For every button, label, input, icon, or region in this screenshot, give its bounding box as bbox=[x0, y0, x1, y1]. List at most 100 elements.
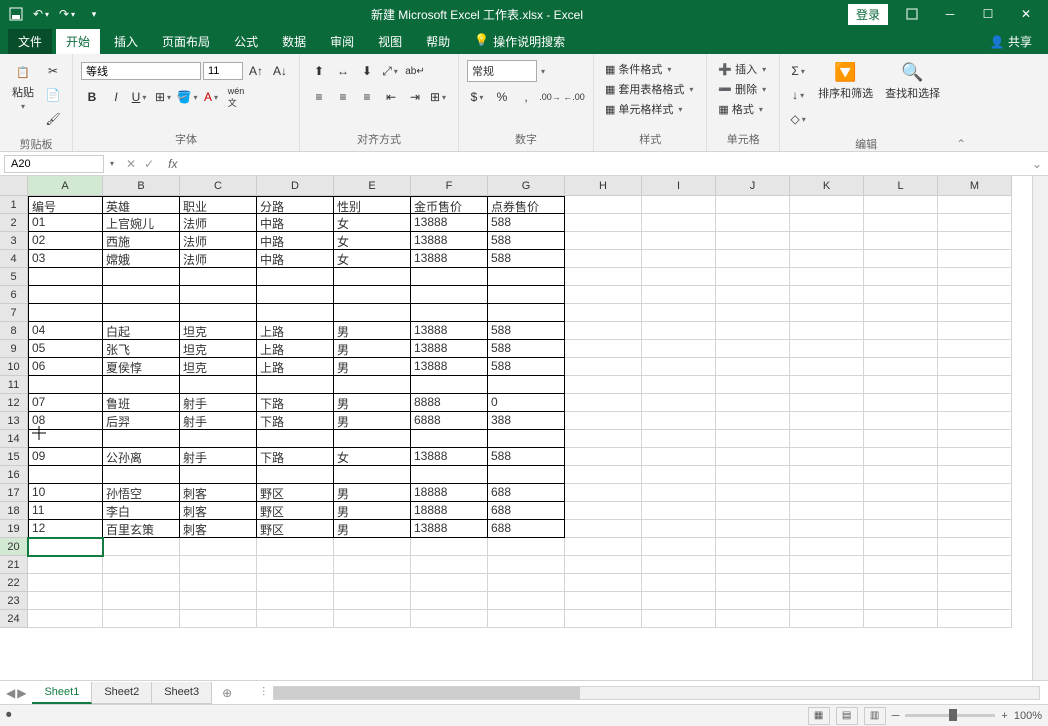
cell[interactable] bbox=[103, 268, 180, 286]
cell[interactable]: 588 bbox=[488, 448, 565, 466]
cell[interactable] bbox=[642, 448, 716, 466]
ribbon-options-icon[interactable] bbox=[894, 2, 930, 26]
column-header[interactable]: L bbox=[864, 176, 938, 196]
align-right-icon[interactable]: ≡ bbox=[356, 86, 378, 108]
cell[interactable] bbox=[716, 214, 790, 232]
cell[interactable] bbox=[716, 448, 790, 466]
cell[interactable]: 18888 bbox=[411, 484, 488, 502]
cell[interactable] bbox=[864, 556, 938, 574]
cell[interactable] bbox=[790, 232, 864, 250]
cell[interactable] bbox=[864, 592, 938, 610]
row-header[interactable]: 23 bbox=[0, 592, 28, 610]
cell[interactable] bbox=[790, 196, 864, 214]
cell[interactable]: 刺客 bbox=[180, 484, 257, 502]
cell[interactable]: 688 bbox=[488, 484, 565, 502]
cell[interactable] bbox=[642, 196, 716, 214]
cell[interactable] bbox=[28, 538, 103, 556]
row-header[interactable]: 21 bbox=[0, 556, 28, 574]
cell[interactable]: 02 bbox=[28, 232, 103, 250]
cell[interactable] bbox=[257, 538, 334, 556]
cell[interactable] bbox=[642, 502, 716, 520]
cell[interactable] bbox=[864, 610, 938, 628]
comma-icon[interactable]: , bbox=[515, 86, 537, 108]
cell[interactable] bbox=[790, 430, 864, 448]
cell[interactable] bbox=[864, 394, 938, 412]
cell[interactable] bbox=[334, 466, 411, 484]
cell[interactable]: 野区 bbox=[257, 520, 334, 538]
cell[interactable]: 上路 bbox=[257, 358, 334, 376]
cell[interactable]: 688 bbox=[488, 502, 565, 520]
column-header[interactable]: E bbox=[334, 176, 411, 196]
cell[interactable] bbox=[334, 538, 411, 556]
phonetic-icon[interactable]: wén文 bbox=[225, 86, 247, 108]
decrease-font-icon[interactable]: A↓ bbox=[269, 60, 291, 82]
cell[interactable] bbox=[938, 286, 1012, 304]
row-header[interactable]: 24 bbox=[0, 610, 28, 628]
formula-input[interactable] bbox=[181, 156, 1025, 172]
fill-icon[interactable]: ↓▾ bbox=[788, 84, 810, 106]
cell[interactable] bbox=[334, 610, 411, 628]
cell[interactable] bbox=[864, 340, 938, 358]
tellme-search[interactable]: 💡操作说明搜索 bbox=[464, 29, 575, 54]
cell[interactable] bbox=[642, 610, 716, 628]
cell[interactable] bbox=[103, 556, 180, 574]
cell[interactable] bbox=[790, 466, 864, 484]
expand-formula-icon[interactable]: ⌄ bbox=[1026, 157, 1048, 171]
tab-insert[interactable]: 插入 bbox=[104, 29, 148, 54]
row-header[interactable]: 20 bbox=[0, 538, 28, 556]
column-header[interactable]: K bbox=[790, 176, 864, 196]
cell[interactable] bbox=[180, 538, 257, 556]
cell[interactable] bbox=[180, 304, 257, 322]
cell[interactable] bbox=[565, 484, 642, 502]
delete-cells-button[interactable]: ➖删除▾ bbox=[715, 80, 771, 98]
row-header[interactable]: 2 bbox=[0, 214, 28, 232]
merge-icon[interactable]: ⊞▾ bbox=[428, 86, 450, 108]
page-layout-view-icon[interactable]: ▤ bbox=[836, 707, 858, 725]
cell[interactable] bbox=[716, 286, 790, 304]
cell[interactable]: 中路 bbox=[257, 214, 334, 232]
row-header[interactable]: 13 bbox=[0, 412, 28, 430]
save-icon[interactable] bbox=[4, 2, 28, 26]
cell[interactable]: 金币售价 bbox=[411, 196, 488, 214]
cell[interactable] bbox=[790, 592, 864, 610]
cell[interactable] bbox=[180, 610, 257, 628]
cell[interactable] bbox=[716, 268, 790, 286]
copy-icon[interactable]: 📄 bbox=[42, 84, 64, 106]
row-header[interactable]: 19 bbox=[0, 520, 28, 538]
cell[interactable] bbox=[411, 610, 488, 628]
cell[interactable] bbox=[938, 484, 1012, 502]
cell[interactable]: 刺客 bbox=[180, 502, 257, 520]
row-header[interactable]: 6 bbox=[0, 286, 28, 304]
autosum-icon[interactable]: Σ▾ bbox=[788, 60, 810, 82]
cell[interactable]: 8888 bbox=[411, 394, 488, 412]
dec-decimal-icon[interactable]: ←.00 bbox=[563, 86, 585, 108]
cell[interactable] bbox=[565, 286, 642, 304]
cell[interactable] bbox=[411, 592, 488, 610]
cell[interactable]: 夏侯惇 bbox=[103, 358, 180, 376]
cell[interactable] bbox=[864, 412, 938, 430]
cell[interactable] bbox=[565, 322, 642, 340]
cell[interactable] bbox=[938, 592, 1012, 610]
cell[interactable] bbox=[864, 358, 938, 376]
row-header[interactable]: 9 bbox=[0, 340, 28, 358]
cell[interactable] bbox=[642, 358, 716, 376]
cell[interactable] bbox=[864, 538, 938, 556]
cell[interactable]: 后羿 bbox=[103, 412, 180, 430]
cell[interactable] bbox=[103, 538, 180, 556]
cell[interactable]: 13888 bbox=[411, 448, 488, 466]
cell[interactable] bbox=[488, 430, 565, 448]
cell[interactable] bbox=[790, 394, 864, 412]
cell[interactable] bbox=[488, 466, 565, 484]
align-center-icon[interactable]: ≡ bbox=[332, 86, 354, 108]
cell[interactable]: 百里玄策 bbox=[103, 520, 180, 538]
cell[interactable] bbox=[565, 412, 642, 430]
column-header[interactable]: F bbox=[411, 176, 488, 196]
cell[interactable] bbox=[180, 556, 257, 574]
cell[interactable]: 09 bbox=[28, 448, 103, 466]
cell[interactable] bbox=[790, 286, 864, 304]
font-color-icon[interactable]: A▾ bbox=[201, 86, 223, 108]
cell[interactable]: 公孙离 bbox=[103, 448, 180, 466]
cell[interactable] bbox=[716, 574, 790, 592]
clear-icon[interactable]: ◇▾ bbox=[788, 108, 810, 130]
paste-button[interactable]: 📋 粘贴▾ bbox=[8, 60, 38, 113]
